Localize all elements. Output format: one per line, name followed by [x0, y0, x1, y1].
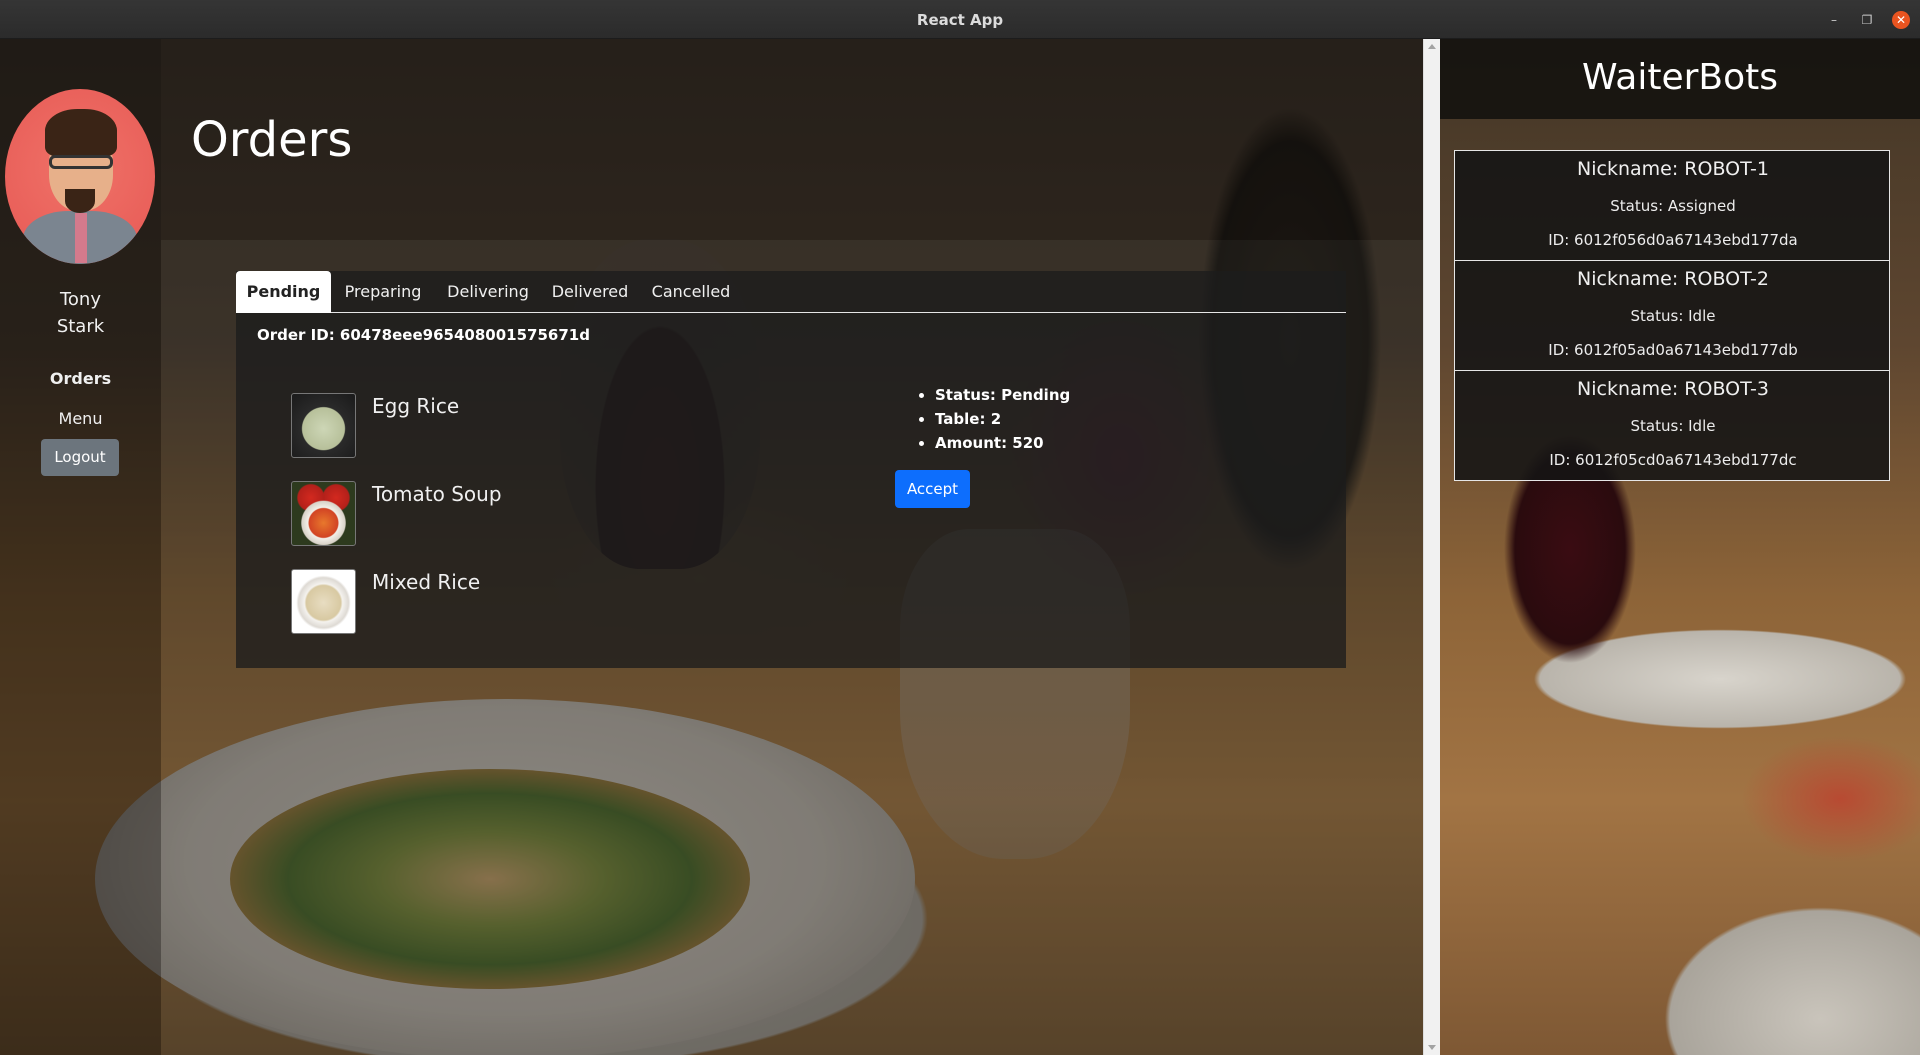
- avatar: [5, 89, 155, 264]
- robot-card[interactable]: Nickname: ROBOT-1 Status: Assigned ID: 6…: [1454, 150, 1890, 261]
- order-id: Order ID: 60478eee965408001575671d: [257, 326, 590, 344]
- maximize-icon[interactable]: ❐: [1859, 12, 1875, 28]
- order-status: Status: Pending: [935, 383, 1070, 407]
- robot-nickname: Nickname: ROBOT-2: [1577, 268, 1769, 290]
- order-meta-list: Status: Pending Table: 2 Amount: 520: [918, 383, 1070, 455]
- logout-button[interactable]: Logout: [41, 439, 119, 476]
- close-icon[interactable]: ✕: [1892, 11, 1910, 29]
- robot-id: ID: 6012f056d0a67143ebd177da: [1548, 231, 1798, 249]
- tab-delivered[interactable]: Delivered: [541, 271, 639, 313]
- user-first-name: Tony: [59, 289, 101, 310]
- tab-pending[interactable]: Pending: [236, 271, 331, 313]
- order-item-name: Mixed Rice: [372, 570, 481, 594]
- mixed-rice-thumbnail: [291, 569, 356, 634]
- window-title: React App: [916, 11, 1004, 29]
- robot-card[interactable]: Nickname: ROBOT-2 Status: Idle ID: 6012f…: [1454, 260, 1890, 371]
- accept-button[interactable]: Accept: [895, 470, 970, 508]
- scroll-down-arrow-icon[interactable]: [1428, 1045, 1436, 1050]
- egg-rice-thumbnail: [291, 393, 356, 458]
- order-status-tabs: Pending Preparing Delivering Delivered C…: [236, 271, 1346, 313]
- tab-cancelled[interactable]: Cancelled: [639, 271, 743, 313]
- robot-id: ID: 6012f05cd0a67143ebd177dc: [1549, 451, 1797, 469]
- tab-preparing[interactable]: Preparing: [331, 271, 435, 313]
- robot-status: Status: Assigned: [1610, 197, 1736, 215]
- nav-menu-link[interactable]: Menu: [0, 409, 161, 428]
- tomato-soup-thumbnail: [291, 481, 356, 546]
- order-item-name: Tomato Soup: [372, 482, 502, 506]
- waiterbots-title: WaiterBots: [1581, 57, 1778, 98]
- tab-delivering[interactable]: Delivering: [435, 271, 541, 313]
- vertical-scrollbar[interactable]: [1423, 39, 1440, 1055]
- order-table: Table: 2: [935, 407, 1070, 431]
- order-amount: Amount: 520: [935, 431, 1070, 455]
- scroll-up-arrow-icon[interactable]: [1428, 44, 1436, 49]
- nav-orders-link[interactable]: Orders: [0, 369, 161, 388]
- robot-card[interactable]: Nickname: ROBOT-3 Status: Idle ID: 6012f…: [1454, 370, 1890, 481]
- robot-status: Status: Idle: [1630, 417, 1716, 435]
- user-last-name: Stark: [56, 316, 105, 337]
- window-titlebar: React App – ❐ ✕: [0, 0, 1920, 39]
- robot-nickname: Nickname: ROBOT-1: [1577, 158, 1769, 180]
- minimize-icon[interactable]: –: [1826, 12, 1842, 28]
- waiterbots-header: WaiterBots: [1440, 39, 1920, 119]
- robot-status: Status: Idle: [1630, 307, 1716, 325]
- robot-id: ID: 6012f05ad0a67143ebd177db: [1548, 341, 1798, 359]
- waiterbots-panel: WaiterBots Nickname: ROBOT-1 Status: Ass…: [1440, 39, 1920, 1055]
- robot-list: Nickname: ROBOT-1 Status: Assigned ID: 6…: [1454, 150, 1890, 481]
- robot-nickname: Nickname: ROBOT-3: [1577, 378, 1769, 400]
- order-item-name: Egg Rice: [372, 394, 460, 418]
- page-title: Orders: [191, 112, 353, 168]
